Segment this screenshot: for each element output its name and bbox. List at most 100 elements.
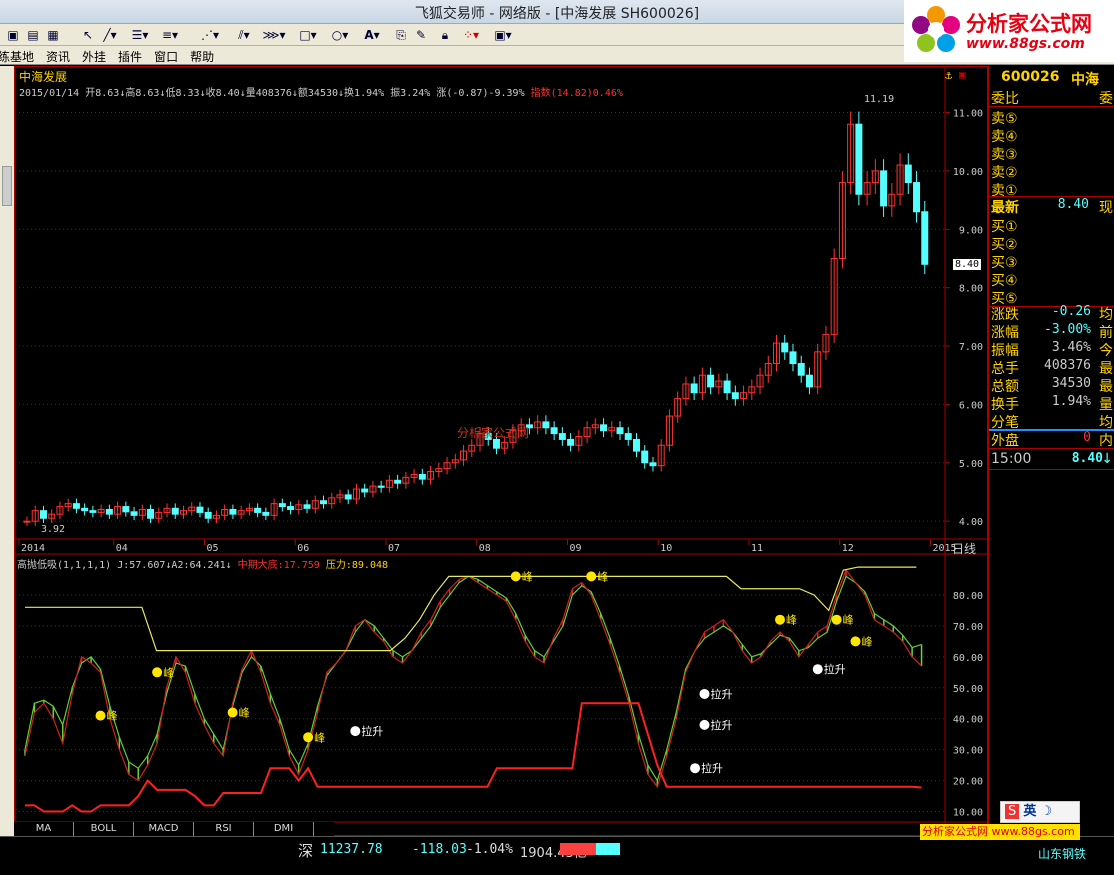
ime-bar[interactable]: S 英 ☽ [1000,801,1080,823]
ime-mode[interactable]: 英 [1023,804,1036,819]
candle-body [567,438,575,446]
candle-body [171,507,179,515]
indicator-tick-label: 30.00 [953,746,983,757]
quote-stat-row: 总额 34530 最 [991,376,1113,395]
window-icon[interactable]: ▣ [4,26,22,44]
indicator-tick-label: 80.00 [953,591,983,602]
date-tick-label: 2014 [21,543,45,554]
date-tick-label: 04 [116,543,128,554]
fib-icon[interactable]: ⋙▾ [262,26,286,44]
index-change: -118.03 [412,842,467,857]
candle-body [344,494,352,500]
copy-icon[interactable]: ⎘ [392,26,410,44]
rise-label: 拉升 [711,718,733,732]
peak-marker [775,614,785,625]
channel-icon[interactable]: ≡▾ [158,26,182,44]
disk-icon[interactable]: ▣▾ [490,26,516,44]
weibi-row: 委比委 [991,91,1113,107]
peak-marker [227,707,238,718]
candle-body [690,383,698,394]
date-tick-label: 07 [388,543,400,554]
rise-marker [350,726,361,737]
candle-body [904,164,912,184]
last-price-tag: 8.40 [953,259,982,270]
chart-area[interactable]: 11.00 10.00 9.00 8.00 7.00 6.00 5.00 4.00 2014 04… [14,66,988,836]
left-strip [0,66,14,836]
price-info-line: 2015/01/14 开8.63↓高8.63↓低8.33↓收8.40↓量4083… [19,88,623,99]
peak-label: 峰 [314,731,325,744]
bottom-stock[interactable]: 山东钢铁 [1038,845,1086,862]
peak-marker [152,667,163,678]
index-pct: -1.04% [466,842,513,857]
menu-window[interactable]: 窗口 [154,48,178,66]
indicator-tick-label: 60.00 [953,653,983,664]
scroll-handle[interactable] [2,166,12,206]
date-tick-label: 10 [660,543,672,554]
quote-stat-row: 涨幅 -3.00% 前 [991,322,1113,341]
sell-level-row: 卖② [991,165,1018,181]
status-bar: 深 11237.78 -118.03 -1.04% 1904.43亿 S 英 ☽… [0,801,1114,875]
quote-stat-row: 外盘 0 内 [991,430,1113,449]
price-tick-label: 8.00 [959,284,983,295]
rise-label: 拉升 [824,662,846,676]
sell-level-row: 卖④ [991,129,1018,145]
indicator-tab[interactable]: RSI [194,822,254,836]
peak-label: 峰 [163,666,174,679]
lock-icon[interactable]: 🔒︎ [436,26,454,44]
candle-body [89,510,97,513]
peak-marker [303,732,314,743]
mid-bottom-line [25,702,922,813]
period-label[interactable]: 日线 [952,540,976,557]
menu-help[interactable]: 帮助 [190,48,214,66]
candle-body [196,506,204,513]
rect-tool-icon[interactable]: □▾ [296,26,320,44]
eraser-icon[interactable]: ✎ [412,26,430,44]
rise-marker [699,719,710,730]
moon-icon: ☽ [1040,804,1053,819]
menu-plugin[interactable]: 外挂 [82,48,106,66]
gann-icon[interactable]: ⫽▾ [232,26,256,44]
candle-body [254,507,262,513]
indicator-tab[interactable]: MACD [134,822,194,836]
sell-level-row: 卖⑤ [991,111,1018,127]
buy-level-row: 买④ [991,273,1018,289]
cursor-icon[interactable]: ↖ [80,26,96,44]
quote-stat-row: 换手 1.94% 量 [991,394,1113,413]
save-icon[interactable]: ▤ [24,26,42,44]
candle-body [229,508,237,515]
rise-label: 拉升 [701,761,723,775]
candle-body [550,427,558,435]
index-value: 11237.78 [320,842,383,857]
chart-canvas[interactable]: 11.00 10.00 9.00 8.00 7.00 6.00 5.00 4.00 2014 04… [15,67,987,835]
menu-training[interactable]: 训练基地 [0,48,34,66]
ellipse-tool-icon[interactable]: ○▾ [328,26,352,44]
panel-toggle-icon[interactable]: ▣ [959,68,966,81]
grid-icon[interactable]: ▦ [44,26,62,44]
parallel-icon[interactable]: ☰▾ [128,26,152,44]
line-tool-icon[interactable]: ╱▾ [98,26,122,44]
latest-row: 最新 8.40 现 [991,197,1113,216]
fan-icon[interactable]: ⋰▾ [198,26,222,44]
indicator-tab[interactable]: BOLL [74,822,134,836]
peak-label: 峰 [522,570,533,583]
menu-news[interactable]: 资讯 [46,48,70,66]
anchor-icon[interactable]: ⚓︎ [945,68,952,82]
text-tool-icon[interactable]: A▾ [360,26,384,44]
site-logo: 分析家公式网 www.88gs.com [904,0,1114,62]
candle-body [105,508,113,515]
flower-icon [912,6,960,52]
stock-name: 中海发展 [19,70,68,84]
color-icon[interactable]: ⁘▾ [458,26,484,44]
indicator-tab[interactable]: MA [14,822,74,836]
candle-body [39,510,47,519]
menu-addon[interactable]: 插件 [118,48,142,66]
footer-watermark: 分析家公式网 www.88gs.com [920,824,1080,840]
candle-body [880,170,888,207]
tick-row: 15:00 8.40 ↓ [991,451,1113,467]
candle-body [262,511,270,516]
candle-body [130,511,138,516]
indicator-tab[interactable]: DMI [254,822,314,836]
date-tick-label: 05 [206,543,218,554]
buy-level-row: 买③ [991,255,1018,271]
candle-body [632,438,640,452]
